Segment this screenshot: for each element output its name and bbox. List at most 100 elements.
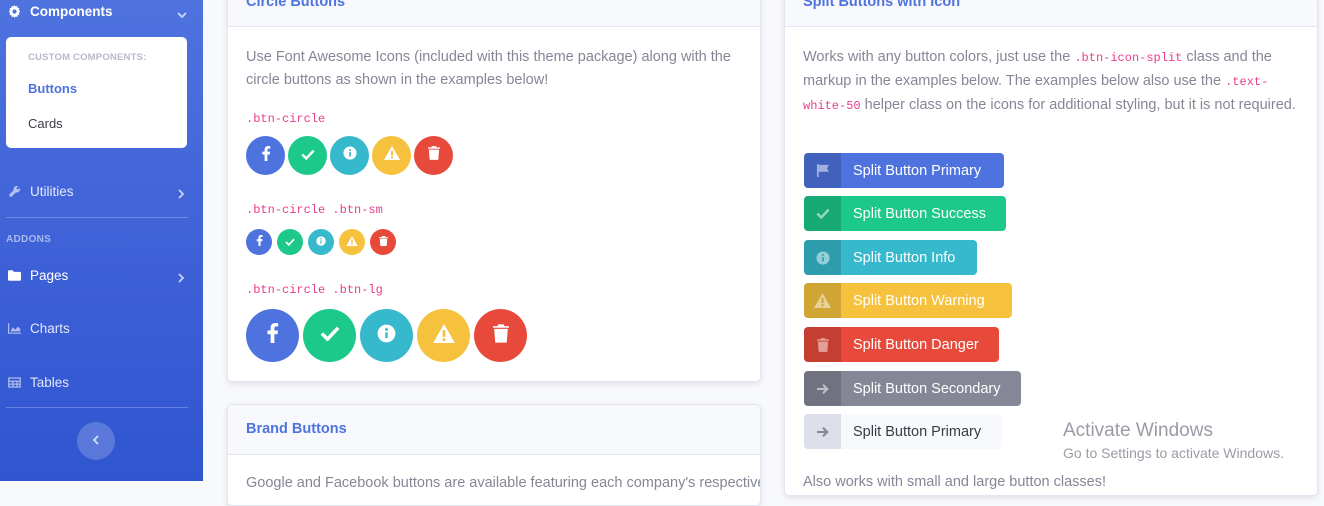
check-icon: [285, 233, 295, 251]
info-circle-icon: [804, 240, 841, 275]
facebook-icon: [256, 233, 263, 251]
split-button-label: Split Button Warning: [853, 292, 985, 309]
split-button-label: Split Button Info: [853, 249, 956, 266]
trash-icon: [378, 233, 388, 251]
trash-icon: [427, 146, 440, 165]
brand-buttons-card: Brand Buttons Google and Facebook button…: [227, 404, 761, 506]
activate-windows-subtitle: Go to Settings to activate Windows.: [1063, 445, 1284, 461]
card-header: Brand Buttons: [228, 405, 760, 455]
circle-buttons-row: [246, 136, 456, 175]
trash-circle-button-lg[interactable]: [474, 309, 527, 362]
info-circle-button-lg[interactable]: [360, 309, 413, 362]
warning-circle-button-sm[interactable]: [339, 229, 365, 255]
nav-pages[interactable]: Pages: [0, 266, 203, 284]
desc-text: helper class on the icons for additional…: [860, 97, 1296, 113]
info-circle-icon: [316, 233, 326, 251]
circle-buttons-row-lg: [246, 309, 531, 362]
split-button-primary[interactable]: Split Button Primary: [804, 153, 1004, 188]
components-submenu: CUSTOM COMPONENTS: Buttons Cards: [6, 37, 187, 148]
split-button-success[interactable]: Split Button Success: [804, 196, 1006, 231]
info-circle-button[interactable]: [330, 136, 369, 175]
split-button-label: Split Button Danger: [853, 336, 979, 353]
split-button-secondary[interactable]: Split Button Secondary: [804, 371, 1021, 406]
trash-circle-button-sm[interactable]: [370, 229, 396, 255]
exclamation-triangle-icon: [346, 233, 358, 251]
info-circle-button-sm[interactable]: [308, 229, 334, 255]
arrow-right-icon: [804, 371, 841, 406]
activate-windows-title: Activate Windows: [1063, 420, 1213, 441]
split-button-label: Split Button Success: [853, 205, 986, 222]
nav-components-label: Components: [30, 3, 113, 19]
circle-buttons-row-sm: [246, 229, 401, 255]
facebook-circle-button-sm[interactable]: [246, 229, 272, 255]
card-title: Brand Buttons: [246, 421, 347, 437]
nav-tables-label: Tables: [30, 374, 70, 390]
split-button-label: Split Button Primary: [853, 423, 982, 440]
sidebar-toggle-button[interactable]: [77, 422, 115, 460]
code-label-circle-lg: .btn-circle .btn-lg: [246, 283, 383, 297]
chart-area-icon: [6, 321, 22, 335]
sidebar: Components CUSTOM COMPONENTS: Buttons Ca…: [0, 0, 203, 481]
exclamation-triangle-icon: [383, 146, 400, 165]
facebook-circle-button[interactable]: [246, 136, 285, 175]
facebook-icon: [266, 322, 279, 348]
split-footer-text: Also works with small and large button c…: [803, 474, 1107, 490]
arrow-right-icon: [804, 414, 841, 449]
brand-description: Google and Facebook buttons are availabl…: [246, 475, 761, 491]
chevron-left-icon: [92, 432, 100, 450]
nav-charts[interactable]: Charts: [0, 319, 203, 337]
chevron-right-icon: [177, 271, 185, 283]
trash-icon: [492, 323, 509, 348]
code-label-circle: .btn-circle: [246, 112, 326, 126]
trash-circle-button[interactable]: [414, 136, 453, 175]
sidebar-divider: [6, 407, 188, 408]
split-description: Works with any button colors, just use t…: [803, 46, 1303, 118]
nav-utilities[interactable]: Utilities: [0, 182, 203, 200]
code-btn-icon-split: .btn-icon-split: [1074, 51, 1183, 65]
trash-icon: [804, 327, 841, 362]
warning-circle-button-lg[interactable]: [417, 309, 470, 362]
exclamation-triangle-icon: [804, 283, 841, 318]
check-circle-button-lg[interactable]: [303, 309, 356, 362]
addons-heading: ADDONS: [6, 234, 52, 245]
submenu-item-buttons[interactable]: Buttons: [28, 81, 77, 96]
facebook-icon: [261, 145, 271, 166]
table-icon: [6, 375, 22, 389]
nav-utilities-label: Utilities: [30, 183, 74, 199]
wrench-icon: [6, 184, 22, 198]
nav-components[interactable]: Components: [0, 2, 203, 20]
split-buttons-card: Split Buttons with Icon Works with any b…: [784, 0, 1318, 496]
code-text-white-50-a: .text-: [1225, 75, 1269, 89]
exclamation-triangle-icon: [432, 323, 455, 348]
split-button-light[interactable]: Split Button Primary: [804, 414, 1002, 449]
split-button-label: Split Button Secondary: [853, 380, 1001, 397]
split-button-label: Split Button Primary: [853, 162, 982, 179]
nav-charts-label: Charts: [30, 320, 70, 336]
split-button-warning[interactable]: Split Button Warning: [804, 283, 1012, 318]
submenu-heading: CUSTOM COMPONENTS:: [28, 52, 147, 63]
warning-circle-button[interactable]: [372, 136, 411, 175]
circle-buttons-card: Circle Buttons Use Font Awesome Icons (i…: [227, 0, 761, 382]
check-circle-button-sm[interactable]: [277, 229, 303, 255]
sidebar-divider: [6, 217, 188, 218]
folder-icon: [6, 268, 22, 282]
desc-text: Works with any button colors, just use t…: [803, 49, 1075, 65]
submenu-item-cards[interactable]: Cards: [28, 116, 63, 131]
card-header: Split Buttons with Icon: [785, 0, 1317, 27]
card-title: Circle Buttons: [246, 0, 346, 10]
cog-icon: [6, 4, 22, 18]
facebook-circle-button-lg[interactable]: [246, 309, 299, 362]
check-icon: [804, 196, 841, 231]
check-circle-button[interactable]: [288, 136, 327, 175]
info-circle-icon: [342, 146, 357, 165]
chevron-down-icon: [177, 7, 187, 19]
code-text-white-50-b: white-50: [803, 99, 861, 113]
check-icon: [300, 147, 315, 165]
split-button-info[interactable]: Split Button Info: [804, 240, 977, 275]
nav-tables[interactable]: Tables: [0, 373, 203, 391]
split-button-danger[interactable]: Split Button Danger: [804, 327, 999, 362]
card-title: Split Buttons with Icon: [803, 0, 961, 10]
flag-icon: [804, 153, 841, 188]
check-icon: [320, 326, 340, 346]
circle-description: Use Font Awesome Icons (included with th…: [246, 49, 731, 88]
